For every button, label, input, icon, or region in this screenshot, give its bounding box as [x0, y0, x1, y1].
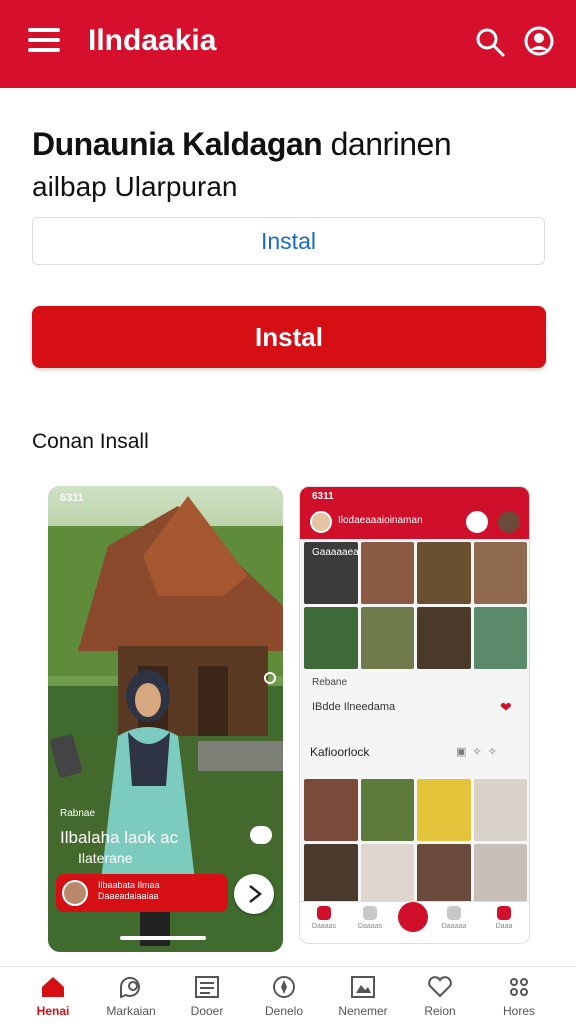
nav-tab-label: Dooer [190, 1004, 224, 1018]
shot2-nav-home: Daaaas [306, 906, 342, 930]
screenshots-section-title: Conan Insall [32, 430, 149, 453]
photo-tile [360, 779, 414, 841]
page-title: Dunaunia Kaldagan danrinen [32, 126, 552, 163]
photo-tile [360, 542, 414, 604]
shot1-banner: Ilbaabata Ilmaa Daaeadaiaaiaa [56, 874, 228, 912]
photo-tile [417, 779, 471, 841]
photo-tile [417, 844, 471, 906]
nav-tab-markaian[interactable]: Markaian [90, 975, 172, 1018]
photo-tile [417, 542, 471, 604]
more-icon [510, 978, 528, 996]
grid-caption: Gaaaaaea [312, 547, 359, 558]
photo-tile [473, 779, 527, 841]
shot2-header-name: Ilodaeaaaioinaman [338, 515, 423, 526]
news-icon [195, 976, 219, 998]
home-icon [42, 977, 64, 997]
chat-icon [250, 826, 272, 844]
image-icon [351, 976, 375, 998]
page-title-light: danrinen [330, 126, 452, 162]
home-indicator [120, 936, 206, 940]
shot2-nav-profile: Daaa [486, 906, 522, 930]
menu-icon[interactable] [28, 28, 60, 54]
photo-grid-bottom [304, 779, 527, 906]
photo-grid-top [304, 542, 527, 669]
photo-tile [304, 607, 358, 669]
section-title: Kafioorlock [310, 745, 370, 759]
app-screenshot-1[interactable]: 6311 Rabnae Ilbalaha laok ac Ilaterane I… [48, 486, 283, 952]
nav-tab-label: Hores [502, 1004, 535, 1018]
shot2-header: 6311 Ilodaeaaaioinaman [300, 487, 529, 539]
play-icon [234, 874, 274, 914]
avatar [310, 511, 332, 533]
photo-tile [360, 607, 414, 669]
page-subtitle: ailbap Ularpuran [32, 171, 238, 202]
banner-line-1: Ilbaabata Ilmaa [98, 880, 160, 890]
nav-tab-hores[interactable]: Hores [478, 975, 560, 1018]
nav-tab-dooer[interactable]: Dooer [166, 975, 248, 1018]
nav-tab-label: Nenemer [338, 1004, 388, 1018]
app-bar: Ilndaakia [0, 0, 576, 88]
nav-tab-denelo[interactable]: Denelo [243, 975, 325, 1018]
shot2-nav-camera [398, 902, 428, 932]
page-title-bold: Dunaunia Kaldagan [32, 126, 323, 162]
banner-line-2: Daaeadaiaaiaa [98, 891, 159, 901]
app-title: Ilndaakia [88, 24, 217, 57]
install-primary-button[interactable]: Instal [32, 306, 546, 368]
search-icon[interactable] [474, 26, 506, 58]
heart-icon[interactable]: ❤ [500, 699, 512, 716]
status-bar-time: 6311 [60, 492, 84, 504]
nav-tab-label: Reion [424, 1004, 456, 1018]
shot2-nav-clock: Daaaaa [436, 906, 472, 930]
avatar [498, 511, 520, 533]
compass-icon [273, 976, 295, 998]
shot2-bottom-nav: Daaaas Daaaas Daaaaa Daaa [300, 901, 529, 943]
photo-tile [473, 607, 527, 669]
tool-icons: ▣✧✧ [456, 746, 503, 758]
shot1-subcaption: Ilaterane [78, 850, 133, 866]
list-row-title: IBdde Ilneedama [312, 701, 396, 713]
photo-tile [304, 844, 358, 906]
profile-icon[interactable] [524, 26, 554, 56]
photo-tile [304, 779, 358, 841]
bottom-navigation: Henai Markaian Dooer Denelo Nenemer Reio… [0, 966, 576, 1024]
shot2-nav-search: Daaaas [352, 906, 388, 930]
nav-tab-home[interactable]: Henai [12, 975, 94, 1018]
photo-tile [473, 844, 527, 906]
heart-icon [428, 976, 452, 998]
photo-tile [417, 607, 471, 669]
location-icon [264, 672, 276, 684]
app-screenshot-2[interactable]: 6311 Ilodaeaaaioinaman Gaaaaaea Rebane I… [299, 486, 530, 944]
photo-tile [360, 844, 414, 906]
play-icon [466, 511, 488, 533]
headline: Dunaunia Kaldagan danrinen ailbap Ularpu… [32, 126, 552, 203]
nav-tab-reion[interactable]: Reion [399, 975, 481, 1018]
shot1-caption: Ilbalaha laok ac [60, 828, 179, 847]
nav-tab-label: Denelo [264, 1004, 304, 1018]
nav-tab-label: Henai [36, 1004, 70, 1018]
install-outline-button[interactable]: Instal [32, 217, 545, 265]
photo-tile [473, 542, 527, 604]
rebon-label: Rebane [312, 677, 348, 688]
status-bar-time: 6311 [312, 491, 334, 502]
avatar [62, 880, 88, 906]
nav-tab-label: Markaian [106, 1004, 156, 1018]
nav-tab-nenemer[interactable]: Nenemer [322, 975, 404, 1018]
shot1-label: Rabnae [60, 808, 96, 819]
chat-search-icon [119, 976, 140, 999]
